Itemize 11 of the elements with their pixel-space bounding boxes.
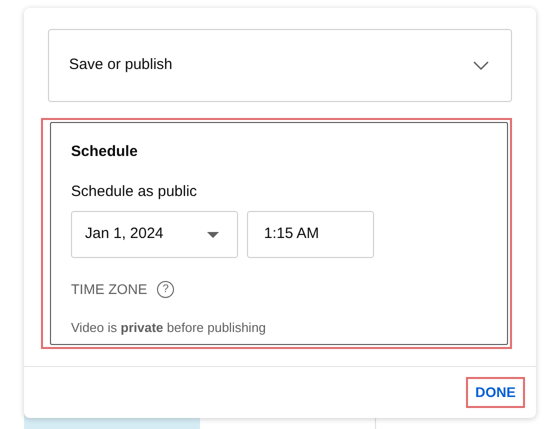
date-dropdown[interactable]: Jan 1, 2024 — [71, 211, 238, 258]
time-field[interactable]: 1:15 AM — [247, 211, 374, 258]
time-zone-label: TIME ZONE — [71, 280, 148, 299]
schedule-title: Schedule — [71, 142, 139, 162]
save-or-publish-section[interactable]: Save or publish — [48, 29, 512, 102]
caret-icon — [207, 232, 219, 238]
privacy-note: Video is private before publishing — [71, 319, 267, 337]
help-icon[interactable]: ? — [157, 281, 174, 298]
done-button[interactable]: DONE — [466, 377, 525, 408]
schedule-label: Schedule as public — [71, 182, 198, 202]
chevron-icon — [473, 60, 489, 70]
